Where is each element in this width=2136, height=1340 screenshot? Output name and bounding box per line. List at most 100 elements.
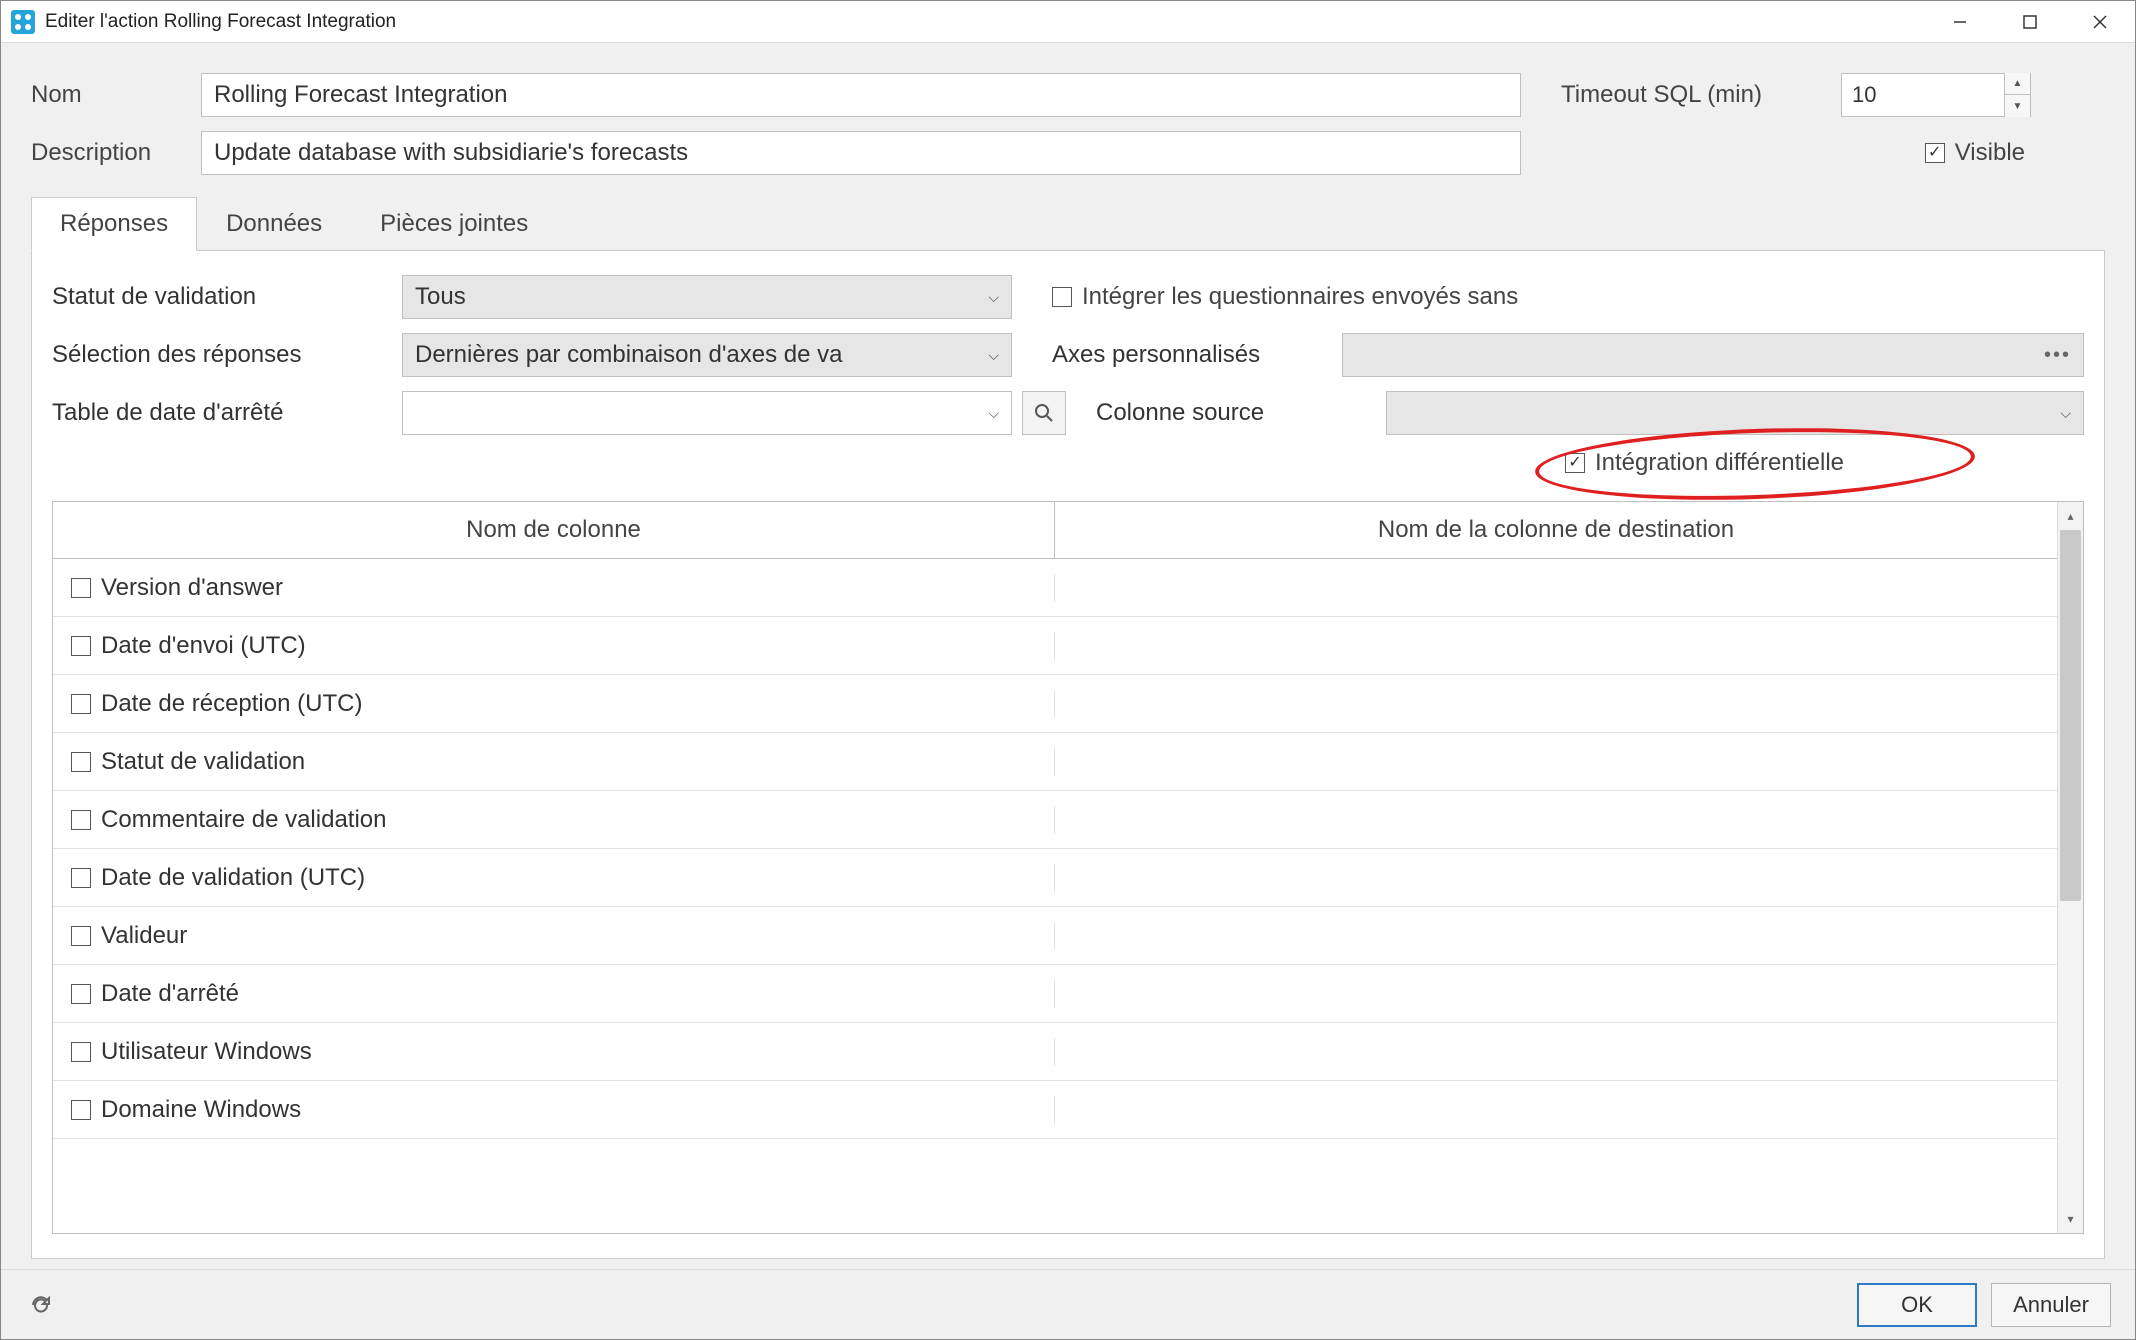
- table-row[interactable]: Statut de validation: [53, 733, 2057, 791]
- closingdate-label: Table de date d'arrêté: [52, 399, 402, 427]
- column-name-label: Date de réception (UTC): [101, 690, 362, 718]
- refresh-icon: [29, 1293, 53, 1317]
- column-name-cell: Valideur: [53, 922, 1055, 950]
- row-checkbox[interactable]: [71, 636, 91, 656]
- selection-value: Dernières par combinaison d'axes de va: [415, 341, 980, 369]
- visible-checkbox[interactable]: [1925, 143, 1945, 163]
- table-row[interactable]: Domaine Windows: [53, 1081, 2057, 1139]
- column-name-cell: Version d'answer: [53, 574, 1055, 602]
- tab-bar: Réponses Données Pièces jointes: [31, 197, 2105, 251]
- ok-button[interactable]: OK: [1857, 1283, 1977, 1327]
- diff-integration-group: Intégration différentielle: [1565, 449, 1844, 477]
- diff-integration-label: Intégration différentielle: [1595, 449, 1844, 477]
- row-checkbox[interactable]: [71, 694, 91, 714]
- row-checkbox[interactable]: [71, 868, 91, 888]
- dialog-content: Nom Timeout SQL (min) 10 ▲ ▼ Description…: [1, 43, 2135, 1269]
- table-row[interactable]: Version d'answer: [53, 559, 2057, 617]
- filter-row-closingdate: Table de date d'arrêté Colonne source: [52, 391, 2084, 435]
- column-name-cell: Date de validation (UTC): [53, 864, 1055, 892]
- name-label: Nom: [31, 81, 201, 109]
- status-combo[interactable]: Tous: [402, 275, 1012, 319]
- table-row[interactable]: Date d'arrêté: [53, 965, 2057, 1023]
- tab-data[interactable]: Données: [197, 197, 351, 251]
- description-label: Description: [31, 139, 201, 167]
- scroll-up-icon[interactable]: ▴: [2058, 502, 2083, 530]
- table-header-colname: Nom de colonne: [53, 502, 1055, 558]
- dialog-window: Editer l'action Rolling Forecast Integra…: [0, 0, 2136, 1340]
- maximize-button[interactable]: [1995, 1, 2065, 43]
- table-scrollbar[interactable]: ▴ ▾: [2057, 502, 2083, 1233]
- integrate-noanswer-label: Intégrer les questionnaires envoyés sans: [1082, 283, 1518, 311]
- selection-label: Sélection des réponses: [52, 341, 402, 369]
- description-row: Description Visible: [31, 131, 2105, 175]
- column-name-cell: Statut de validation: [53, 748, 1055, 776]
- table-row[interactable]: Date d'envoi (UTC): [53, 617, 2057, 675]
- tab-content-responses: Statut de validation Tous Intégrer les q…: [31, 250, 2105, 1259]
- ellipsis-icon[interactable]: •••: [2044, 344, 2071, 367]
- scroll-down-icon[interactable]: ▾: [2058, 1205, 2083, 1233]
- column-name-label: Date d'envoi (UTC): [101, 632, 306, 660]
- spinner-down-icon[interactable]: ▼: [2005, 95, 2030, 117]
- column-name-label: Version d'answer: [101, 574, 283, 602]
- minimize-button[interactable]: [1925, 1, 1995, 43]
- row-checkbox[interactable]: [71, 752, 91, 772]
- column-name-label: Date d'arrêté: [101, 980, 239, 1008]
- table-row[interactable]: Commentaire de validation: [53, 791, 2057, 849]
- timeout-label: Timeout SQL (min): [1561, 81, 1841, 109]
- table-row[interactable]: Date de validation (UTC): [53, 849, 2057, 907]
- column-name-cell: Date d'arrêté: [53, 980, 1055, 1008]
- cancel-button[interactable]: Annuler: [1991, 1283, 2111, 1327]
- visible-label: Visible: [1955, 139, 2025, 167]
- selection-combo[interactable]: Dernières par combinaison d'axes de va: [402, 333, 1012, 377]
- app-icon: [11, 10, 35, 34]
- table-row[interactable]: Utilisateur Windows: [53, 1023, 2057, 1081]
- timeout-value: 10: [1842, 82, 2004, 108]
- search-icon: [1034, 403, 1054, 423]
- column-name-label: Date de validation (UTC): [101, 864, 365, 892]
- filter-row-status: Statut de validation Tous Intégrer les q…: [52, 275, 2084, 319]
- window-controls: [1925, 1, 2135, 43]
- column-name-cell: Domaine Windows: [53, 1096, 1055, 1124]
- column-name-label: Domaine Windows: [101, 1096, 301, 1124]
- name-input[interactable]: [201, 73, 1521, 117]
- description-input[interactable]: [201, 131, 1521, 175]
- timeout-input[interactable]: 10 ▲ ▼: [1841, 73, 2031, 117]
- row-checkbox[interactable]: [71, 1100, 91, 1120]
- scroll-track[interactable]: [2058, 530, 2083, 1205]
- close-button[interactable]: [2065, 1, 2135, 43]
- table-main: Nom de colonne Nom de la colonne de dest…: [53, 502, 2057, 1233]
- tab-attachments[interactable]: Pièces jointes: [351, 197, 557, 251]
- integrate-noanswer-checkbox[interactable]: [1052, 287, 1072, 307]
- custom-axes-label: Axes personnalisés: [1052, 341, 1342, 369]
- row-checkbox[interactable]: [71, 578, 91, 598]
- timeout-spinner: ▲ ▼: [2004, 73, 2030, 117]
- column-name-cell: Commentaire de validation: [53, 806, 1055, 834]
- scroll-thumb[interactable]: [2060, 530, 2081, 901]
- column-name-label: Commentaire de validation: [101, 806, 386, 834]
- table-row[interactable]: Date de réception (UTC): [53, 675, 2057, 733]
- column-name-label: Utilisateur Windows: [101, 1038, 312, 1066]
- search-button[interactable]: [1022, 391, 1066, 435]
- table-row[interactable]: Valideur: [53, 907, 2057, 965]
- custom-axes-field[interactable]: •••: [1342, 333, 2084, 377]
- filter-row-selection: Sélection des réponses Dernières par com…: [52, 333, 2084, 377]
- row-checkbox[interactable]: [71, 984, 91, 1004]
- tab-responses[interactable]: Réponses: [31, 197, 197, 251]
- column-name-label: Valideur: [101, 922, 187, 950]
- refresh-button[interactable]: [25, 1289, 57, 1321]
- status-value: Tous: [415, 283, 980, 311]
- table-body: Version d'answer Date d'envoi (UTC) Date d…: [53, 559, 2057, 1233]
- filter-row-diffintegration: Intégration différentielle: [52, 449, 2084, 477]
- diff-integration-checkbox[interactable]: [1565, 453, 1585, 473]
- closingdate-combo[interactable]: [402, 391, 1012, 435]
- column-name-cell: Utilisateur Windows: [53, 1038, 1055, 1066]
- integrate-noanswer-group: Intégrer les questionnaires envoyés sans: [1052, 283, 2084, 311]
- column-name-cell: Date de réception (UTC): [53, 690, 1055, 718]
- row-checkbox[interactable]: [71, 810, 91, 830]
- spinner-up-icon[interactable]: ▲: [2005, 73, 2030, 95]
- table-header: Nom de colonne Nom de la colonne de dest…: [53, 502, 2057, 559]
- name-row: Nom Timeout SQL (min) 10 ▲ ▼: [31, 73, 2105, 117]
- row-checkbox[interactable]: [71, 926, 91, 946]
- source-col-combo[interactable]: [1386, 391, 2084, 435]
- row-checkbox[interactable]: [71, 1042, 91, 1062]
